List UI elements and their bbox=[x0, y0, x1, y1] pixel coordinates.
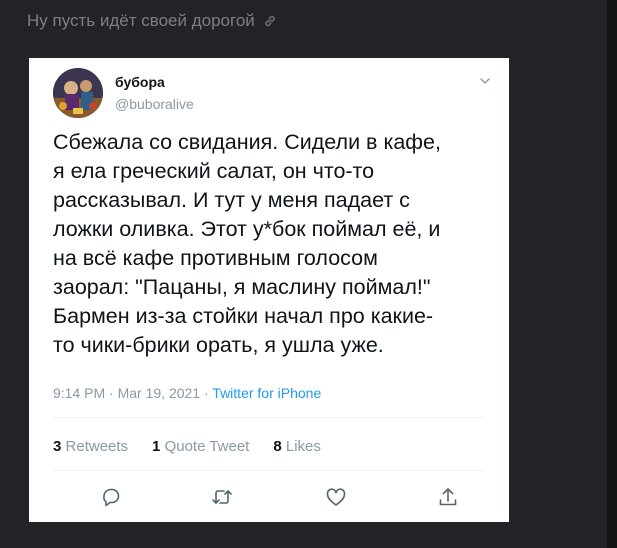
tweet-actions bbox=[29, 486, 509, 510]
avatar[interactable] bbox=[53, 68, 103, 118]
likes-label: Likes bbox=[285, 438, 321, 455]
tweet-stats: 3 Retweets 1 Quote Tweet 8 Likes bbox=[53, 438, 321, 455]
likes-count: 8 bbox=[273, 438, 282, 455]
tweet-text-line: на всё кафе противным голосом bbox=[53, 246, 378, 270]
retweet-icon[interactable] bbox=[211, 486, 233, 508]
retweets-count: 3 bbox=[53, 438, 62, 455]
likes-stat[interactable]: 8 Likes bbox=[273, 438, 321, 455]
quotes-stat[interactable]: 1 Quote Tweet bbox=[152, 438, 249, 455]
tweet-text-line: Бармен из-за стойки начал про какие- bbox=[53, 304, 434, 328]
post-title-text: Ну пусть идёт своей дорогой bbox=[27, 11, 255, 30]
heart-icon[interactable] bbox=[325, 486, 347, 508]
tweet-time[interactable]: 9:14 PM bbox=[53, 385, 105, 401]
tweet-text-line: ложки оливка. Этот у*бок поймал её, и bbox=[53, 217, 441, 241]
tweet-source[interactable]: Twitter for iPhone bbox=[212, 385, 321, 401]
meta-separator: · bbox=[109, 385, 114, 401]
tweet-text-line: Сбежала со свидания. Сидели в кафе, bbox=[53, 130, 441, 154]
quotes-count: 1 bbox=[152, 438, 161, 455]
retweets-label: Retweets bbox=[65, 438, 129, 455]
tweet-text-line: то чики-брики орать, я ушла уже. bbox=[53, 333, 384, 357]
tweet-meta: 9:14 PM · Mar 19, 2021 · Twitter for iPh… bbox=[53, 385, 321, 401]
link-icon[interactable] bbox=[263, 14, 277, 28]
tweet-date[interactable]: Mar 19, 2021 bbox=[118, 385, 201, 401]
divider bbox=[53, 417, 485, 418]
tweet-card: бубора @buboralive Сбежала со свидания. … bbox=[29, 58, 509, 522]
share-icon[interactable] bbox=[437, 486, 459, 508]
meta-separator: · bbox=[203, 385, 209, 401]
tweet-text-line: заорал: "Пацаны, я маслину поймал!" bbox=[53, 275, 431, 299]
author-name[interactable]: бубора bbox=[115, 74, 165, 90]
author-handle[interactable]: @buboralive bbox=[115, 96, 194, 112]
divider bbox=[53, 470, 485, 471]
quotes-label: Quote Tweet bbox=[164, 438, 250, 455]
retweets-stat[interactable]: 3 Retweets bbox=[53, 438, 128, 455]
reply-icon[interactable] bbox=[100, 486, 122, 508]
post-title: Ну пусть идёт своей дорогой bbox=[27, 11, 277, 31]
tweet-text-line: я ела греческий салат, он что-то bbox=[53, 159, 375, 183]
tweet-text: Сбежала со свидания. Сидели в кафе, я ел… bbox=[53, 128, 501, 360]
tweet-text-line: рассказывал. И тут у меня падает с bbox=[53, 188, 410, 212]
chevron-down-icon[interactable] bbox=[478, 74, 492, 88]
scrollbar-track bbox=[607, 0, 617, 548]
